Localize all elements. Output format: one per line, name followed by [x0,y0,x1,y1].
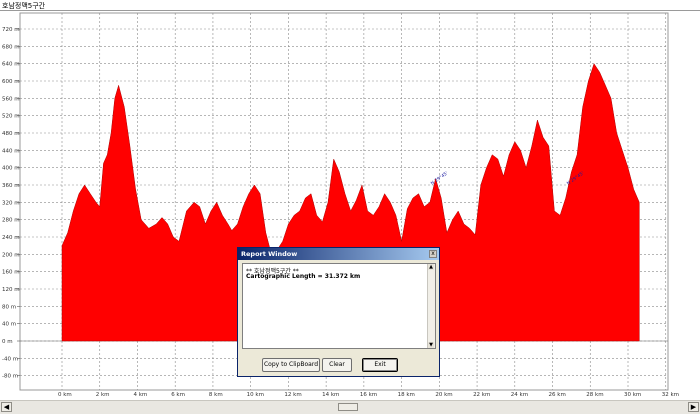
x-tick-label: 26 km [549,392,566,398]
scroll-down-arrow-icon[interactable]: ▼ [428,342,434,348]
copy-to-clipboard-button[interactable]: Copy to ClipBoard [262,358,320,372]
x-tick-label: 28 km [586,392,603,398]
x-tick-label: 0 km [58,392,72,398]
x-tick-label: 12 km [284,392,301,398]
y-tick-label: -40 m [2,356,18,362]
y-tick-label: 0 m [2,339,13,345]
scroll-right-arrow-icon[interactable]: ▶ [688,402,699,412]
horizontal-scrollbar[interactable]: ◀ ▶ [0,400,700,414]
y-tick-label: 680 m [2,44,20,50]
report-window: Report Window x ** 호남정맥5구간 ** Cartograph… [237,247,440,377]
x-tick-label: 14 km [322,392,339,398]
y-tick-label: 40 m [2,322,16,328]
y-tick-label: 200 m [2,252,20,258]
x-tick-label: 2 km [96,392,110,398]
y-tick-label: 560 m [2,96,20,102]
x-tick-label: 18 km [398,392,415,398]
x-tick-label: 10 km [247,392,264,398]
x-tick-label: 4 km [133,392,147,398]
close-icon[interactable]: x [429,250,437,258]
y-tick-label: 480 m [2,131,20,137]
y-tick-label: -80 m [2,374,18,380]
y-tick-label: 400 m [2,166,20,172]
y-tick-label: 720 m [2,27,20,33]
x-tick-label: 22 km [473,392,490,398]
scroll-thumb[interactable] [338,403,358,411]
report-titlebar[interactable]: Report Window [238,248,439,260]
y-tick-label: 360 m [2,183,20,189]
elevation-profile-window: 호남정맥5구간 720 m 680 m 640 m 600 m 560 m 520 m 48… [0,0,700,414]
report-line-length: Cartographic Length = 31.372 km [246,273,361,280]
y-tick-label: 80 m [2,304,16,310]
x-tick-label: 32 km [662,392,679,398]
y-tick-label: 520 m [2,114,20,120]
y-tick-label: 240 m [2,235,20,241]
scroll-left-arrow-icon[interactable]: ◀ [1,402,12,412]
report-text-area[interactable]: ** 호남정맥5구간 ** Cartographic Length = 31.3… [242,263,436,349]
x-tick-label: 20 km [435,392,452,398]
y-tick-label: 320 m [2,200,20,206]
y-tick-label: 640 m [2,62,20,68]
y-tick-label: 120 m [2,287,20,293]
x-tick-label: 16 km [360,392,377,398]
y-tick-label: 280 m [2,218,20,224]
clear-button[interactable]: Clear [322,358,352,372]
scroll-up-arrow-icon[interactable]: ▲ [428,264,434,270]
y-tick-label: 600 m [2,79,20,85]
exit-button[interactable]: Exit [362,358,398,372]
x-tick-label: 6 km [171,392,185,398]
report-vertical-scrollbar[interactable]: ▲ ▼ [427,264,435,348]
y-tick-label: 440 m [2,148,20,154]
y-tick-label: 160 m [2,270,20,276]
x-tick-label: 24 km [511,392,528,398]
x-tick-label: 30 km [624,392,641,398]
x-tick-label: 8 km [209,392,223,398]
